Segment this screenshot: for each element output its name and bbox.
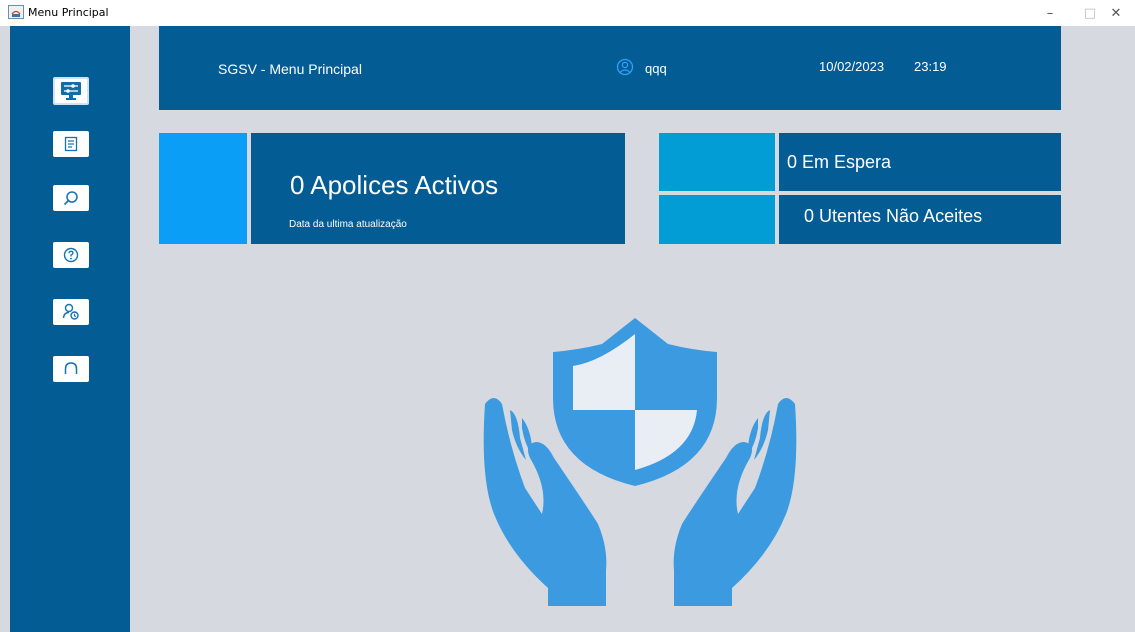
sidebar-item-dashboard[interactable] (53, 77, 89, 105)
policies-card: 0 Apolices Activos Data da ultima atuali… (251, 133, 625, 244)
search-icon (63, 191, 78, 206)
close-button[interactable]: ✕ (1096, 0, 1135, 26)
help-icon (63, 247, 79, 263)
dashboard-icon (61, 82, 81, 100)
rejected-count: 0 Utentes Não Aceites (804, 206, 983, 226)
document-icon (64, 136, 78, 152)
user-name: qqq (645, 61, 667, 76)
waiting-card: 0 Em Espera (779, 133, 1061, 191)
window-titlebar: Menu Principal – □ ✕ (0, 0, 1135, 26)
user-icon (616, 58, 634, 76)
sidebar-item-help[interactable] (53, 242, 89, 268)
sidebar-item-documents[interactable] (53, 131, 89, 157)
shield-hands-icon (483, 318, 797, 606)
waiting-card-accent (659, 133, 775, 191)
window-edge (0, 26, 10, 632)
policies-count: 0 Apolices Activos (290, 170, 499, 200)
java-app-icon (8, 5, 24, 19)
waiting-count: 0 Em Espera (787, 152, 892, 172)
policies-last-update: Data da ultima atualização (289, 219, 407, 230)
current-time: 23:19 (914, 59, 947, 74)
window-title: Menu Principal (28, 6, 109, 19)
user-settings-icon (62, 303, 79, 320)
sidebar-item-search[interactable] (53, 185, 89, 211)
top-header: SGSV - Menu Principal qqq 10/02/2023 23:… (159, 26, 1061, 110)
rejected-card: 0 Utentes Não Aceites (779, 195, 1061, 244)
headset-icon (64, 362, 78, 374)
policies-card-accent (159, 133, 247, 244)
sidebar-item-user-settings[interactable] (53, 299, 89, 325)
sidebar (10, 26, 130, 632)
sidebar-item-support[interactable] (53, 356, 89, 382)
rejected-card-accent (659, 195, 775, 244)
page-title: SGSV - Menu Principal (218, 61, 362, 77)
current-date: 10/02/2023 (819, 59, 885, 74)
minimize-button[interactable]: – (1030, 0, 1070, 26)
